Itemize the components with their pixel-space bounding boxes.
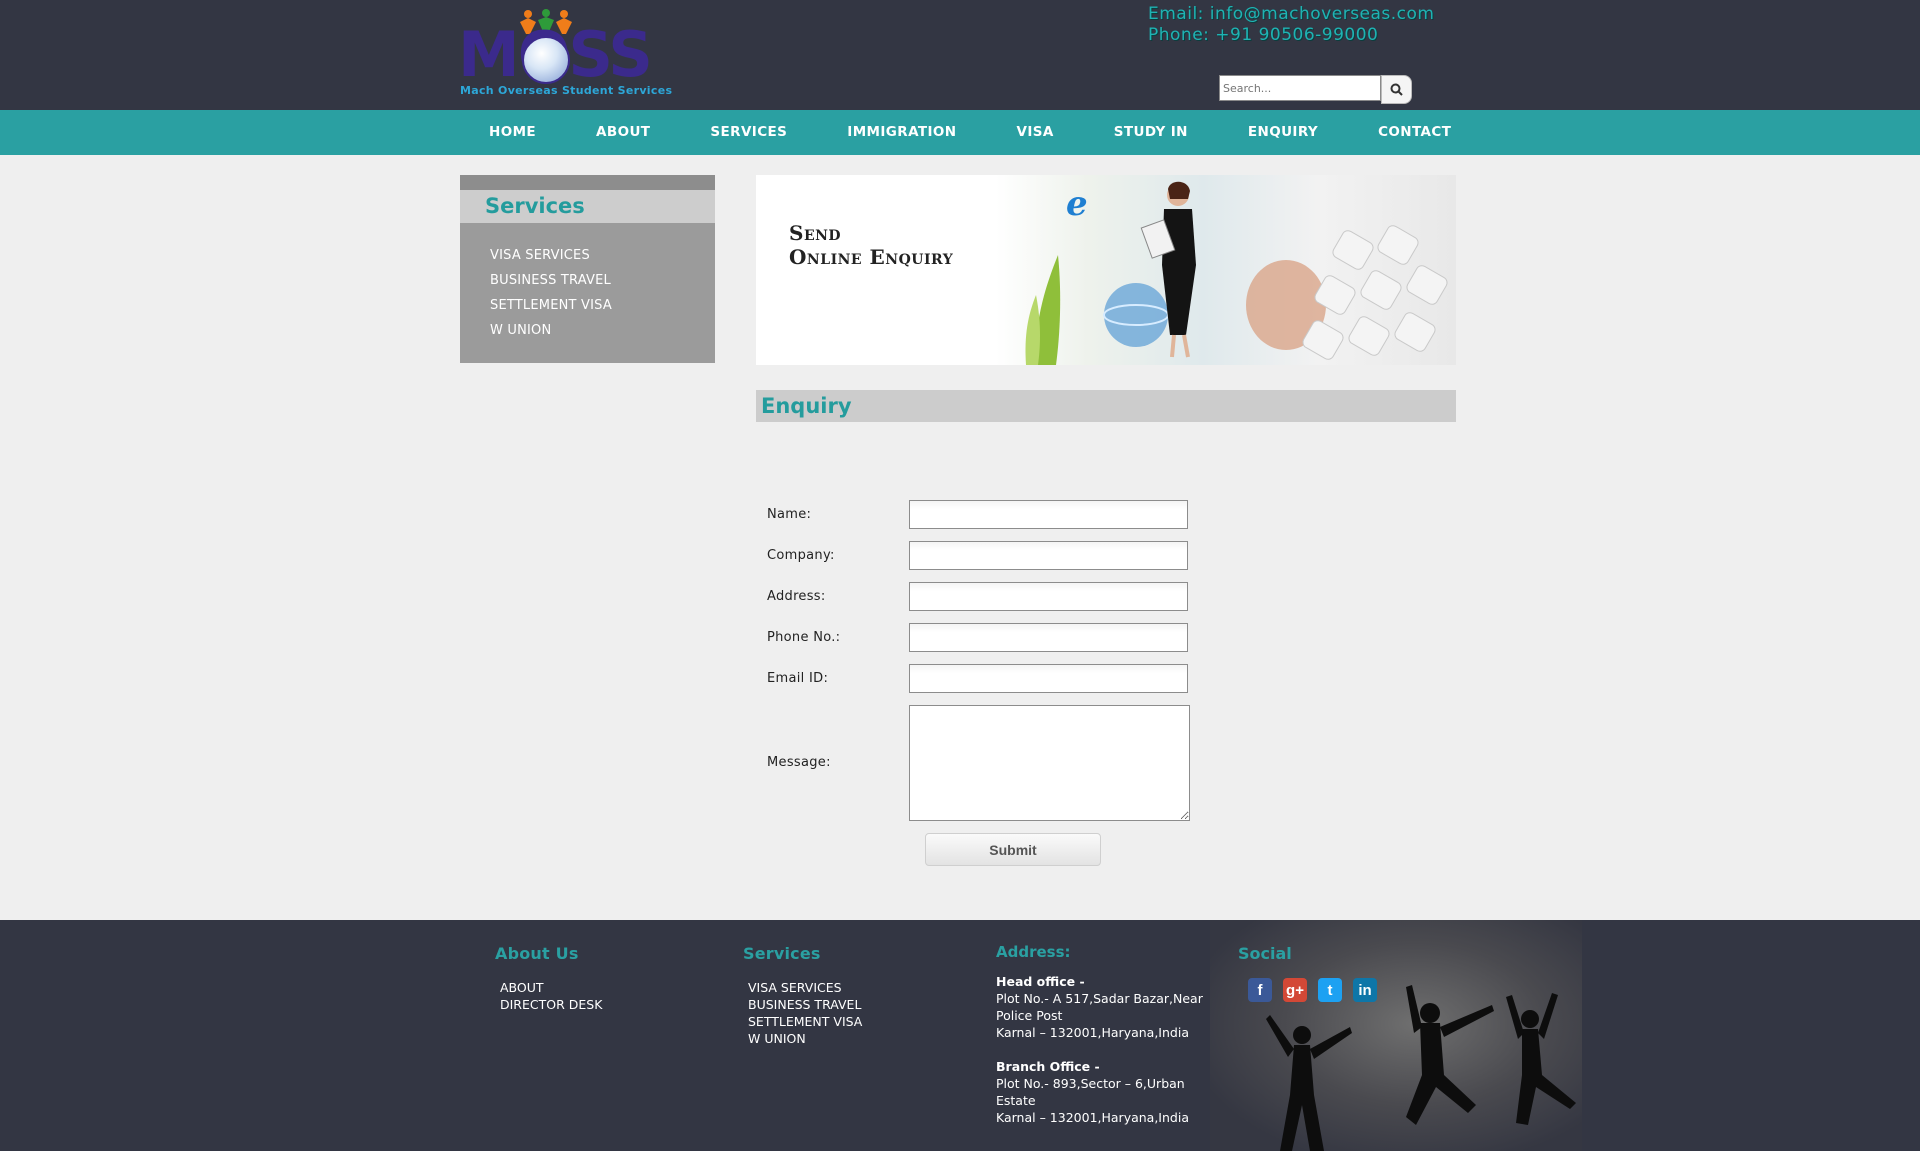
address-label: Address:: [767, 589, 826, 604]
sidebar-item-business-travel[interactable]: BUSINESS TRAVEL: [490, 268, 715, 293]
head-office-line-1: Plot No.- A 517,Sadar Bazar,Near Police …: [996, 991, 1203, 1023]
search-icon: [1390, 83, 1403, 96]
email-input[interactable]: [909, 664, 1188, 693]
branch-office-label: Branch Office -: [996, 1059, 1100, 1074]
logo-tagline: Mach Overseas Student Services: [460, 84, 673, 97]
head-office-line-2: Karnal – 132001,Haryana,India: [996, 1025, 1189, 1040]
contact-info: Email: info@machoverseas.com Phone: +91 …: [1148, 4, 1435, 46]
site-header: MOSS Mach Overseas Student Services Emai…: [0, 0, 1920, 110]
name-input[interactable]: [909, 500, 1188, 529]
contact-phone[interactable]: Phone: +91 90506-99000: [1148, 25, 1435, 46]
footer-social-title: Social: [1238, 944, 1292, 963]
main-nav: HOME ABOUT SERVICES IMMIGRATION VISA STU…: [0, 110, 1920, 155]
site-footer: About Us ABOUT DIRECTOR DESK Services VI…: [0, 920, 1920, 1151]
email-label: Email ID:: [767, 671, 829, 686]
search-button[interactable]: [1381, 75, 1412, 104]
footer-services-column: Services VISA SERVICES BUSINESS TRAVEL S…: [743, 944, 862, 1047]
nav-services[interactable]: SERVICES: [680, 110, 817, 155]
contact-email[interactable]: Email: info@machoverseas.com: [1148, 4, 1435, 25]
sidebar-topbar: [460, 175, 715, 190]
nav-enquiry[interactable]: ENQUIRY: [1218, 110, 1348, 155]
enquiry-banner: Send Online Enquiry e: [756, 175, 1456, 365]
site-logo[interactable]: MOSS Mach Overseas Student Services: [458, 8, 672, 100]
nav-immigration[interactable]: IMMIGRATION: [817, 110, 986, 155]
head-office-label: Head office -: [996, 974, 1085, 989]
footer-address-title: Address:: [996, 943, 1071, 961]
nav-visa[interactable]: VISA: [987, 110, 1084, 155]
address-input[interactable]: [909, 582, 1188, 611]
message-textarea[interactable]: [909, 705, 1190, 821]
sidebar-item-visa-services[interactable]: VISA SERVICES: [490, 243, 715, 268]
submit-button[interactable]: Submit: [925, 833, 1101, 866]
search-input[interactable]: [1219, 75, 1381, 101]
banner-line-2: Online Enquiry: [789, 245, 954, 269]
phone-label: Phone No.:: [767, 630, 841, 645]
footer-link-about[interactable]: ABOUT: [500, 979, 602, 996]
footer-link-settlement-visa[interactable]: SETTLEMENT VISA: [748, 1013, 862, 1030]
footer-social-column: Social f g+ t in: [1238, 944, 1377, 1002]
nav-home[interactable]: HOME: [460, 110, 566, 155]
footer-link-director-desk[interactable]: DIRECTOR DESK: [500, 996, 602, 1013]
footer-link-w-union[interactable]: W UNION: [748, 1030, 862, 1047]
branch-office-line-2: Karnal – 132001,Haryana,India: [996, 1110, 1189, 1125]
nav-contact[interactable]: CONTACT: [1348, 110, 1481, 155]
banner-line-1: Send: [789, 221, 842, 245]
jumping-people-image: [1266, 985, 1576, 1151]
company-input[interactable]: [909, 541, 1188, 570]
services-sidebar: Services VISA SERVICES BUSINESS TRAVEL S…: [460, 175, 715, 363]
nav-about[interactable]: ABOUT: [566, 110, 680, 155]
branch-office-line-1: Plot No.- 893,Sector – 6,Urban Estate: [996, 1076, 1185, 1108]
footer-link-business-travel[interactable]: BUSINESS TRAVEL: [748, 996, 862, 1013]
name-label: Name:: [767, 507, 812, 522]
enquiry-title: Enquiry: [756, 390, 1456, 422]
footer-services-title: Services: [743, 944, 821, 963]
banner-illustration: e: [1025, 181, 1448, 365]
message-label: Message:: [767, 755, 831, 770]
footer-link-visa-services[interactable]: VISA SERVICES: [748, 979, 862, 996]
company-label: Company:: [767, 548, 835, 563]
globe-icon: [522, 36, 570, 84]
sidebar-item-settlement-visa[interactable]: SETTLEMENT VISA: [490, 293, 715, 318]
phone-input[interactable]: [909, 623, 1188, 652]
search-box: [1219, 75, 1420, 104]
footer-about-column: About Us ABOUT DIRECTOR DESK: [495, 944, 602, 1013]
footer-address-column: Address: Head office - Plot No.- A 517,S…: [996, 944, 1206, 1126]
sidebar-title: Services: [460, 190, 715, 223]
svg-text:e: e: [1066, 184, 1088, 224]
sidebar-item-w-union[interactable]: W UNION: [490, 318, 715, 343]
nav-study-in[interactable]: STUDY IN: [1084, 110, 1218, 155]
footer-about-title: About Us: [495, 944, 579, 963]
